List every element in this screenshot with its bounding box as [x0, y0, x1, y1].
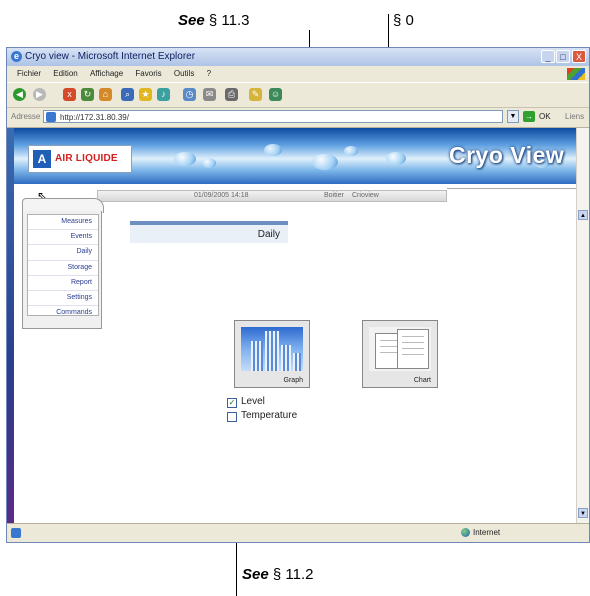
page-header: Daily — [130, 221, 288, 243]
mail-icon[interactable]: ✉ — [203, 88, 216, 101]
level-checkbox[interactable]: ✓ — [227, 398, 237, 408]
graph-icon — [241, 327, 303, 371]
level-label: Level — [241, 396, 265, 407]
close-button[interactable]: X — [572, 50, 586, 63]
chart-button[interactable]: Chart — [362, 320, 438, 388]
windows-logo-icon — [567, 68, 585, 80]
water-drop-decoration — [312, 154, 338, 170]
brand-title: Cryo View — [449, 142, 565, 168]
scroll-up-icon[interactable]: ▲ — [578, 210, 588, 220]
address-bar: Adresse http://172.31.80.39/ ▼ → OK Lien… — [7, 107, 589, 128]
nav-item-settings[interactable]: Settings — [28, 291, 98, 307]
address-label: Adresse — [11, 112, 41, 121]
page-shape — [397, 329, 429, 369]
page-content: A AIR LIQUIDE Cryo View ⇖ 01/09/2005 14:… — [7, 128, 579, 525]
info-cryoview: Crioview — [352, 192, 379, 199]
address-dropdown-icon[interactable]: ▼ — [507, 110, 519, 123]
graph-button[interactable]: Graph — [234, 320, 310, 388]
media-icon[interactable]: ♪ — [157, 88, 170, 101]
water-drop-decoration — [344, 146, 358, 156]
callout-ref: § 11.2 — [272, 566, 314, 583]
minimize-button[interactable]: _ — [541, 50, 555, 63]
messenger-icon[interactable]: ☺ — [269, 88, 282, 101]
air-liquide-logo: A AIR LIQUIDE — [28, 145, 132, 173]
nav-menu: Measures Events Daily Storage Report Set… — [27, 214, 99, 316]
go-button[interactable]: OK — [539, 112, 551, 121]
nav-item-measures[interactable]: Measures — [28, 215, 98, 231]
nav-item-commands[interactable]: Commands — [28, 306, 98, 320]
water-drop-decoration — [174, 152, 196, 166]
browser-window: e Cryo view - Microsoft Internet Explore… — [6, 47, 590, 543]
search-icon[interactable]: ⌕ — [121, 88, 134, 101]
info-datetime: 01/09/2005 14:18 — [194, 192, 249, 199]
page-status-icon — [11, 528, 21, 538]
home-icon[interactable]: ⌂ — [99, 88, 112, 101]
globe-icon — [461, 528, 470, 537]
chart-label: Chart — [413, 377, 431, 384]
menu-outils[interactable]: Outils — [174, 69, 194, 78]
menu-affichage[interactable]: Affichage — [90, 69, 123, 78]
page-icon — [46, 112, 56, 122]
nav-item-report[interactable]: Report — [28, 276, 98, 291]
building-shape — [293, 353, 301, 371]
info-bar: 01/09/2005 14:18 Boitier Crioview — [97, 190, 447, 202]
graph-label: Graph — [283, 377, 303, 384]
nav-panel: Measures Events Daily Storage Report Set… — [22, 211, 102, 329]
links-button[interactable]: Liens — [565, 112, 584, 121]
go-icon[interactable]: → — [523, 111, 535, 122]
callout-see-11-3: See § 11.3 — [178, 12, 249, 29]
building-shape — [265, 331, 279, 371]
edit-icon[interactable]: ✎ — [249, 88, 262, 101]
nav-item-events[interactable]: Events — [28, 230, 98, 246]
menu-edition[interactable]: Edition — [53, 69, 77, 78]
window-title: Cryo view - Microsoft Internet Explorer — [25, 51, 196, 62]
print-icon[interactable]: ⎙ — [225, 88, 238, 101]
status-zone: Internet — [473, 528, 501, 537]
history-icon[interactable]: ◷ — [183, 88, 196, 101]
building-shape — [251, 341, 263, 371]
nav-item-daily[interactable]: Daily — [28, 245, 98, 261]
refresh-icon[interactable]: ↻ — [81, 88, 94, 101]
callout-section-0: § 0 — [393, 12, 414, 29]
ie-icon: e — [11, 51, 22, 62]
callout-ref: § 0 — [393, 12, 414, 29]
callout-see-word: See — [242, 566, 269, 583]
maximize-button[interactable]: □ — [556, 50, 570, 63]
temperature-label: Temperature — [241, 410, 298, 421]
stop-icon[interactable]: x — [63, 88, 76, 101]
callout-see-11-2: See § 11.2 — [242, 566, 313, 583]
toolbar: ◀ ▶ x ↻ ⌂ ⌕ ★ ♪ ◷ ✉ ⎙ ✎ ☺ — [7, 82, 589, 108]
building-shape — [281, 345, 291, 371]
nav-item-storage[interactable]: Storage — [28, 261, 98, 276]
logo-mark: A — [33, 150, 51, 168]
status-bar: Internet — [7, 523, 589, 542]
info-boitier: Boitier — [324, 192, 344, 199]
address-input[interactable]: http://172.31.80.39/ — [43, 110, 503, 123]
divider — [447, 188, 579, 201]
callout-see-word: See — [178, 12, 205, 29]
temperature-checkbox[interactable] — [227, 412, 237, 422]
logo-text: AIR LIQUIDE — [55, 153, 118, 164]
menu-bar: Fichier Edition Affichage Favoris Outils… — [7, 66, 589, 81]
page-title: Daily — [257, 229, 280, 240]
water-drop-decoration — [264, 144, 282, 156]
menu-help[interactable]: ? — [207, 69, 211, 78]
banner: A AIR LIQUIDE Cryo View — [14, 128, 579, 184]
menu-favoris[interactable]: Favoris — [135, 69, 161, 78]
address-url: http://172.31.80.39/ — [60, 113, 129, 122]
chart-icon — [369, 327, 431, 371]
favorites-icon[interactable]: ★ — [139, 88, 152, 101]
left-decoration — [7, 128, 14, 525]
vertical-scrollbar[interactable]: ▲ ▼ — [576, 128, 589, 525]
title-bar: e Cryo view - Microsoft Internet Explore… — [7, 48, 589, 66]
forward-icon[interactable]: ▶ — [33, 88, 46, 101]
water-drop-decoration — [202, 158, 216, 168]
back-icon[interactable]: ◀ — [13, 88, 26, 101]
water-drop-decoration — [386, 152, 406, 165]
callout-ref: § 11.3 — [208, 12, 250, 29]
scroll-down-icon[interactable]: ▼ — [578, 508, 588, 518]
menu-fichier[interactable]: Fichier — [17, 69, 41, 78]
